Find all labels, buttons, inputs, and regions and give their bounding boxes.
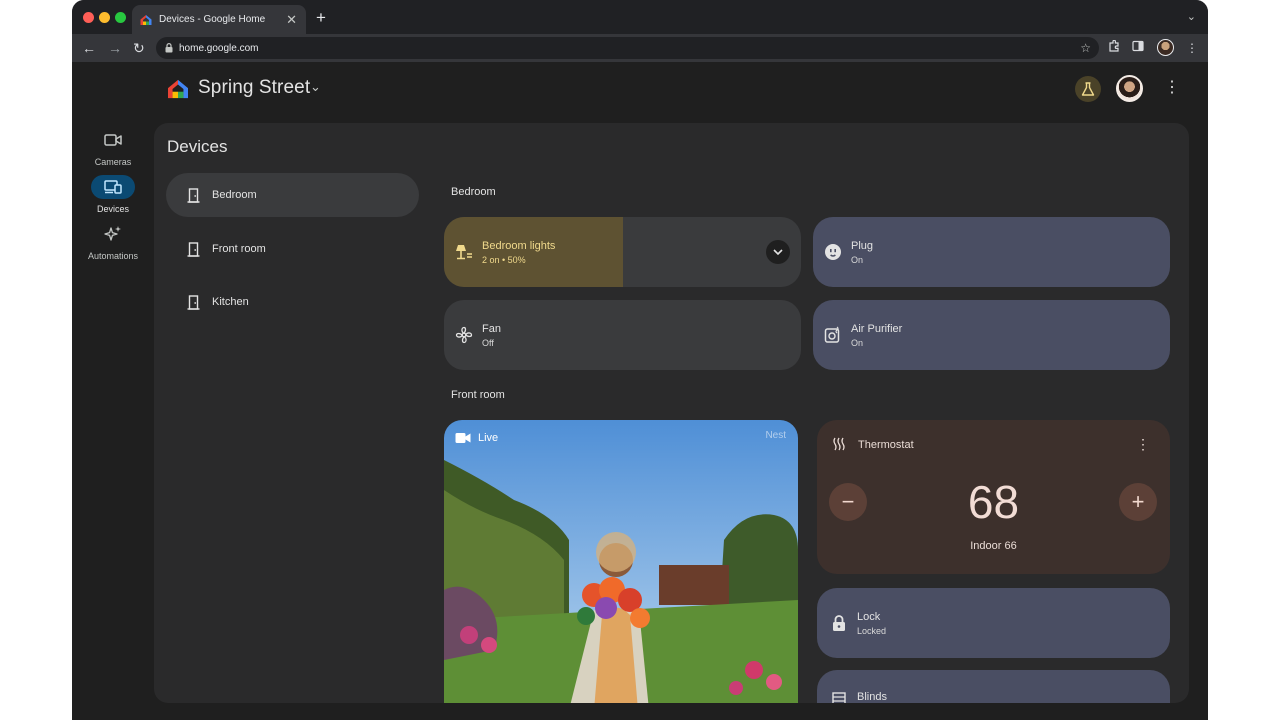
tab-search-chevron-icon[interactable]: ⌄ <box>1187 10 1196 23</box>
room-item-bedroom[interactable]: Bedroom <box>166 173 419 217</box>
nest-watermark: Nest <box>765 430 786 441</box>
tile-text: Lock Locked <box>857 611 886 636</box>
camera-live-feed[interactable]: Live Nest <box>444 420 798 703</box>
blinds-icon <box>829 692 849 703</box>
sparkle-icon <box>91 222 135 246</box>
video-camera-icon <box>455 433 471 443</box>
browser-window: Devices - Google Home ✕ + ⌄ ← → ↻ home.g… <box>72 0 1208 720</box>
account-avatar[interactable] <box>1116 75 1143 102</box>
increase-temperature-button[interactable]: + <box>1119 483 1157 521</box>
tile-name: Plug <box>851 239 874 252</box>
lamp-icon <box>454 243 474 261</box>
live-label: Live <box>478 432 499 444</box>
plug-icon <box>823 243 843 261</box>
back-arrow-icon[interactable]: ← <box>82 38 96 58</box>
tile-name: Fan <box>482 322 501 335</box>
new-tab-button[interactable]: + <box>316 8 326 28</box>
door-icon <box>187 294 200 310</box>
blinds-tile[interactable]: Blinds <box>817 670 1170 703</box>
tile-text: Blinds <box>857 691 887 703</box>
window-close-button[interactable] <box>83 12 94 23</box>
url-text: home.google.com <box>179 42 259 54</box>
door-icon <box>187 241 200 257</box>
room-label: Kitchen <box>212 296 249 308</box>
extensions-puzzle-icon[interactable] <box>1108 39 1120 56</box>
indoor-temperature: Indoor 66 <box>970 540 1017 552</box>
room-item-front-room[interactable]: Front room <box>166 227 419 271</box>
more-options-icon[interactable]: ⋮ <box>1136 436 1150 452</box>
lock-icon <box>829 614 849 632</box>
section-heading-bedroom: Bedroom <box>451 186 496 198</box>
google-home-favicon-icon <box>140 14 152 26</box>
browser-toolbar: ← → ↻ home.google.com ☆ ⋮ <box>72 34 1208 62</box>
rail-item-label: Cameras <box>94 157 132 167</box>
page-title: Devices <box>167 137 228 156</box>
air-purifier-tile[interactable]: Air Purifier On <box>813 300 1170 370</box>
tile-text: Air Purifier On <box>851 323 902 348</box>
google-home-app: Spring Street ⌄ ⋮ Cameras Devices Automa… <box>72 62 1208 720</box>
section-heading-front-room: Front room <box>451 389 505 401</box>
tile-status: 2 on • 50% <box>482 254 526 265</box>
tab-title: Devices - Google Home <box>159 14 266 25</box>
forward-arrow-icon[interactable]: → <box>108 38 122 58</box>
thermostat-tile[interactable]: Thermostat ⋮ − 68 + Indoor 66 <box>817 420 1170 574</box>
address-bar[interactable]: home.google.com ☆ <box>156 37 1099 59</box>
tile-text: Bedroom lights 2 on • 50% <box>482 240 555 265</box>
window-maximize-button[interactable] <box>115 12 126 23</box>
rail-item-cameras[interactable]: Cameras <box>80 128 146 167</box>
room-item-kitchen[interactable]: Kitchen <box>166 280 419 324</box>
rail-item-label: Automations <box>87 251 139 261</box>
reload-icon[interactable]: ↻ <box>133 38 145 58</box>
labs-flask-icon[interactable] <box>1075 76 1101 102</box>
rail-item-automations[interactable]: Automations <box>80 222 146 261</box>
google-home-logo-icon <box>167 79 189 99</box>
tile-text: Fan Off <box>482 323 501 348</box>
browser-tab[interactable]: Devices - Google Home ✕ <box>132 5 306 34</box>
camera-icon <box>91 128 135 152</box>
room-label: Front room <box>212 243 266 255</box>
window-minimize-button[interactable] <box>99 12 110 23</box>
plug-tile[interactable]: Plug On <box>813 217 1170 287</box>
rail-item-label: Devices <box>96 204 129 214</box>
tile-status: On <box>851 337 864 348</box>
devices-panel: Devices Bedroom Front room Kitchen Bedro… <box>154 123 1189 703</box>
lock-icon <box>165 43 173 53</box>
more-options-icon[interactable]: ⋮ <box>1164 79 1180 97</box>
side-panel-icon[interactable] <box>1132 40 1144 56</box>
tile-name: Bedroom lights <box>482 239 556 252</box>
room-label: Bedroom <box>212 189 257 201</box>
tile-name: Blinds <box>857 691 887 703</box>
fan-icon <box>454 326 474 344</box>
expand-chevron-icon[interactable] <box>766 240 790 264</box>
bookmark-star-icon[interactable]: ☆ <box>1080 41 1091 55</box>
rail-item-devices[interactable]: Devices <box>80 175 146 214</box>
devices-icon <box>91 175 135 199</box>
setpoint-temperature: 68 <box>967 476 1020 528</box>
chevron-down-icon[interactable]: ⌄ <box>310 79 321 95</box>
heat-waves-icon <box>832 437 846 456</box>
tab-close-icon[interactable]: ✕ <box>286 12 297 28</box>
tile-text: Plug On <box>851 240 873 265</box>
tile-status: Locked <box>857 625 887 636</box>
tile-name: Lock <box>857 610 881 623</box>
camera-snapshot-image <box>444 420 798 703</box>
lock-tile[interactable]: Lock Locked <box>817 588 1170 658</box>
browser-menu-icon[interactable]: ⋮ <box>1186 40 1198 56</box>
bedroom-lights-tile[interactable]: Bedroom lights 2 on • 50% <box>444 217 801 287</box>
live-indicator: Live <box>455 432 498 444</box>
browser-profile-avatar[interactable] <box>1157 39 1174 56</box>
tab-strip: Devices - Google Home ✕ + ⌄ <box>72 0 1208 34</box>
tile-name: Air Purifier <box>851 322 903 335</box>
tile-status: Off <box>482 337 494 348</box>
thermostat-name: Thermostat <box>858 439 914 451</box>
fan-tile[interactable]: Fan Off <box>444 300 801 370</box>
door-icon <box>187 187 200 203</box>
tile-status: On <box>851 254 864 265</box>
home-name[interactable]: Spring Street <box>198 77 310 99</box>
air-purifier-icon <box>823 326 843 344</box>
